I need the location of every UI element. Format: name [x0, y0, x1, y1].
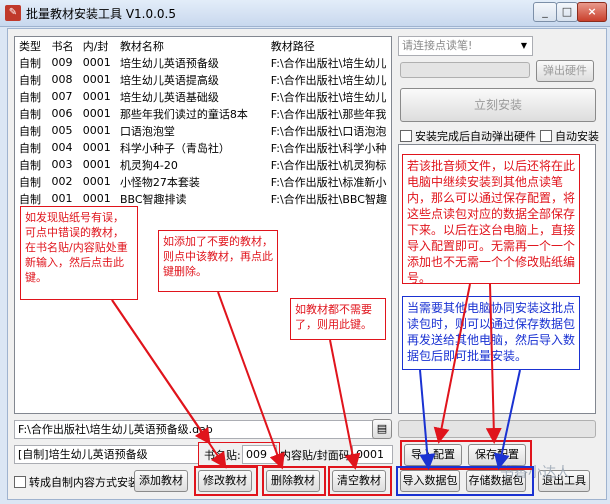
highlight-package	[396, 466, 534, 496]
table-row[interactable]: 自制 006 0001 那些年我们读过的童话8本 F:\合作出版社\那些年我	[15, 105, 391, 122]
highlight-edit	[194, 466, 258, 496]
col-book-header[interactable]: 书名	[47, 37, 78, 54]
col-inner-header[interactable]: 内/封	[79, 37, 116, 54]
highlight-book-field	[198, 442, 280, 466]
install-now-button[interactable]: 立刻安装	[400, 88, 596, 122]
selected-book-field[interactable]: [自制]培生幼儿英语预备级	[14, 445, 199, 464]
note-package: 当需要其他电脑协同安装这批点读包时，则可以通过保存数据包再发送给其他电脑，然后导…	[402, 296, 580, 370]
checkbox-box[interactable]	[400, 130, 412, 142]
table-row[interactable]: 自制 008 0001 培生幼儿英语提高级 F:\合作出版社\培生幼儿	[15, 71, 391, 88]
auto-eject-label: 安装完成后自动弹出硬件	[415, 130, 536, 143]
path-field[interactable]: F:\合作出版社\培生幼儿英语预备级.dab	[14, 420, 375, 439]
col-name-header[interactable]: 教材名称	[116, 37, 267, 54]
table-header: 类型 书名 内/封 教材名称 教材路径	[15, 37, 391, 54]
chevron-down-icon[interactable]: ▼	[518, 37, 530, 54]
folder-icon[interactable]: ▤	[372, 419, 392, 439]
checkbox-box[interactable]	[540, 130, 552, 142]
minimize-button[interactable]: _	[533, 2, 557, 22]
note-save-config: 若该批音频文件，以后还将在此电脑中继续安装到其他点读笔内，那么可以通过保存配置，…	[402, 154, 580, 285]
table-row[interactable]: 自制 004 0001 科学小种子（青岛社） F:\合作出版社\科学小种	[15, 139, 391, 156]
note-clear: 如教材都不需要了，则用此键。	[290, 298, 386, 340]
pen-select[interactable]: 请连接点读笔!	[398, 36, 533, 56]
col-path-header[interactable]: 教材路径	[267, 37, 391, 54]
app-icon: ✎	[5, 5, 21, 21]
convert-checkbox-label: 转成自制内容方式安装	[29, 476, 139, 489]
window-title: 批量教材安装工具 V1.0.0.5	[26, 7, 177, 21]
note-edit: 如发现贴纸号有误，可点中错误的教材，在书名贴/内容贴处重新输入，然后点击此键。	[20, 206, 138, 300]
auto-install-label: 自动安装	[555, 130, 599, 143]
close-button[interactable]: ×	[577, 2, 607, 22]
auto-eject-checkbox[interactable]: 安装完成后自动弹出硬件	[400, 128, 536, 144]
checkbox-box[interactable]	[14, 476, 26, 488]
eject-hardware-button[interactable]: 弹出硬件	[536, 60, 594, 82]
table-row[interactable]: 自制 002 0001 小怪物27本套装 F:\合作出版社\标准新小	[15, 173, 391, 190]
highlight-delete	[262, 466, 326, 496]
maximize-button[interactable]: □	[556, 2, 578, 22]
progress-bar	[400, 62, 530, 78]
highlight-clear	[328, 466, 392, 496]
table-row[interactable]: 自制 007 0001 培生幼儿英语基础级 F:\合作出版社\培生幼儿	[15, 88, 391, 105]
book-table: 类型 书名 内/封 教材名称 教材路径 自制 009 0001 培生幼儿英语预备级 F:…	[15, 37, 391, 207]
table-row[interactable]: 自制 005 0001 口语泡泡堂 F:\合作出版社\口语泡泡	[15, 122, 391, 139]
note-delete: 如添加了不要的教材，则点中该教材，再点此键删除。	[158, 230, 278, 292]
auto-install-checkbox[interactable]: 自动安装	[540, 128, 599, 144]
col-type-header[interactable]: 类型	[15, 37, 47, 54]
title-bar: ✎ 批量教材安装工具 V1.0.0.5 _ □ ×	[0, 0, 610, 27]
convert-checkbox[interactable]: 转成自制内容方式安装	[14, 474, 139, 490]
table-row[interactable]: 自制 003 0001 机灵狗4-20 F:\合作出版社\机灵狗标	[15, 156, 391, 173]
table-row[interactable]: 自制 009 0001 培生幼儿英语预备级 F:\合作出版社\培生幼儿	[15, 54, 391, 71]
add-book-button[interactable]: 添加教材	[134, 470, 188, 492]
table-row[interactable]: 自制 001 0001 BBC智趣排读 F:\合作出版社\BBC智趣	[15, 190, 391, 207]
content-code-label: 内容贴/封面码:	[280, 449, 354, 462]
status-bar	[398, 420, 596, 438]
content-code-input[interactable]: 0001	[352, 445, 393, 464]
